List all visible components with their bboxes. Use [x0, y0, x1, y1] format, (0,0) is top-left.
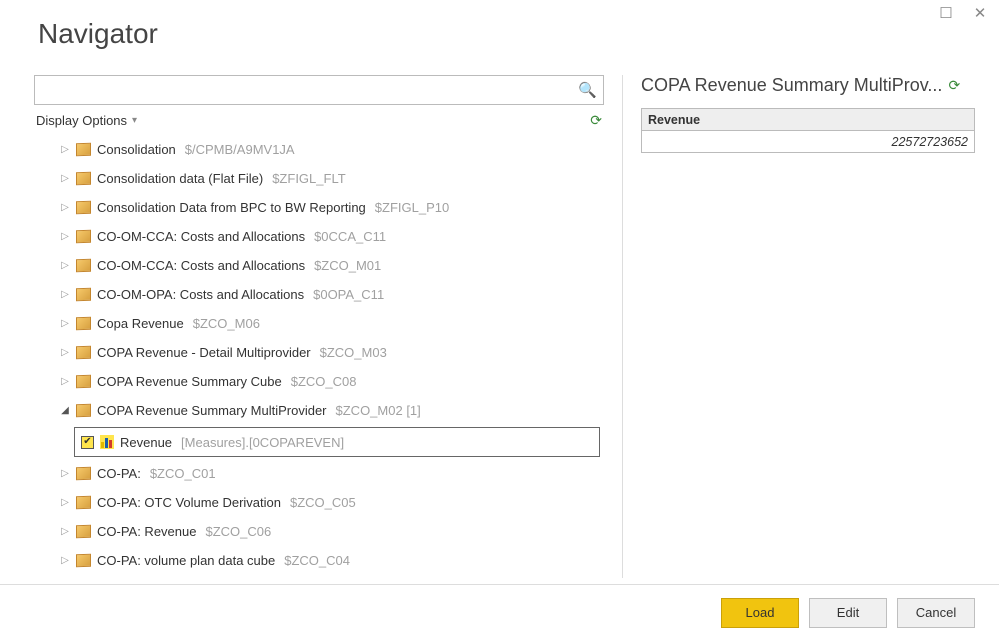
- table-row: 22572723652: [642, 131, 975, 153]
- edit-button[interactable]: Edit: [809, 598, 887, 628]
- expand-arrow-icon[interactable]: ▷: [60, 144, 70, 155]
- cube-icon: [76, 496, 91, 510]
- expand-arrow-icon[interactable]: ▷: [60, 260, 70, 271]
- expand-arrow-icon[interactable]: ▷: [60, 231, 70, 242]
- tree-item[interactable]: ▷ CO-OM-CCA: Costs and Allocations $0CCA_C…: [34, 222, 602, 251]
- tree-item[interactable]: ▷ CO-PA: OTC Volume Derivation $ZCO_C05: [34, 488, 602, 517]
- tree-item-code: $0CCA_C11: [314, 229, 386, 244]
- cube-icon: [76, 346, 91, 360]
- expand-arrow-icon[interactable]: ▷: [60, 347, 70, 358]
- expand-arrow-icon[interactable]: ▷: [60, 468, 70, 479]
- tree-item-label: CO-PA: Revenue: [97, 524, 196, 539]
- preview-table: Revenue 22572723652: [641, 108, 975, 153]
- cube-icon: [76, 143, 91, 157]
- tree-item-label: CO-OM-CCA: Costs and Allocations: [97, 229, 305, 244]
- tree-item-label: Consolidation Data from BPC to BW Report…: [97, 200, 366, 215]
- tree-item-label: CO-OM-OPA: Costs and Allocations: [97, 287, 304, 302]
- checkbox-icon[interactable]: ✔: [81, 436, 94, 449]
- tree-item[interactable]: ▷ CO-PA: $ZCO_C01: [34, 459, 602, 488]
- refresh-preview-icon[interactable]: ⟳: [948, 77, 960, 94]
- tree-item-label: CO-OM-CCA: Costs and Allocations: [97, 258, 305, 273]
- preview-pane: COPA Revenue Summary MultiProv... ⟳ Reve…: [641, 75, 975, 578]
- tree-item[interactable]: ▷ COPA Revenue Summary Cube $ZCO_C08: [34, 367, 602, 396]
- tree-item[interactable]: ▷ CO-OM-CCA: Costs and Allocations $ZCO_M0…: [34, 251, 602, 280]
- tree-item[interactable]: ▷ Consolidation $/CPMB/A9MV1JA: [34, 135, 602, 164]
- tree-item-label: CO-PA: OTC Volume Derivation: [97, 495, 281, 510]
- tree-item[interactable]: ▷ Copa Revenue $ZCO_M06: [34, 309, 602, 338]
- tree-item[interactable]: ▷ CO-OM-OPA: Costs and Allocations $0OPA_C…: [34, 280, 602, 309]
- cube-icon: [76, 554, 91, 568]
- tree-item-label: COPA Revenue - Detail Multiprovider: [97, 345, 311, 360]
- navigation-pane: 🔍 Display Options ▾ ⟳ ▷ Consolidation $/CP…: [34, 75, 604, 578]
- tree-item-label: COPA Revenue Summary MultiProvider: [97, 403, 327, 418]
- cube-icon: [76, 317, 91, 331]
- cube-icon: [76, 525, 91, 539]
- cube-icon: [76, 288, 91, 302]
- table-header: Revenue: [642, 109, 975, 131]
- tree-child-label: Revenue: [120, 435, 172, 450]
- tree-item[interactable]: ▷ CO-PA: Revenue $ZCO_C06: [34, 517, 602, 546]
- table-cell: 22572723652: [642, 131, 975, 153]
- tree-item-code: $ZFIGL_P10: [375, 200, 449, 215]
- cube-icon: [76, 375, 91, 389]
- tree-item-code: $ZCO_M03: [320, 345, 387, 360]
- tree-item-code: $ZCO_C08: [291, 374, 357, 389]
- load-button[interactable]: Load: [721, 598, 799, 628]
- page-title: Navigator: [38, 18, 158, 50]
- tree-child-item[interactable]: ✔ Revenue [Measures].[0COPAREVEN]: [74, 427, 600, 457]
- expand-arrow-icon[interactable]: ▷: [60, 173, 70, 184]
- cube-icon: [76, 467, 91, 481]
- tree-item[interactable]: ▷ CO-PA: volume plan data cube $ZCO_C04: [34, 546, 602, 575]
- refresh-icon[interactable]: ⟳: [590, 112, 602, 129]
- cube-icon: [76, 404, 91, 418]
- search-box[interactable]: 🔍: [34, 75, 604, 105]
- tree-item-code: $ZCO_C04: [284, 553, 350, 568]
- collapse-arrow-icon[interactable]: ◢: [60, 405, 70, 416]
- tree-item-code: $ZCO_C01: [150, 466, 216, 481]
- search-input[interactable]: [45, 82, 578, 99]
- tree-item[interactable]: ▷ COPA Revenue - Detail Multiprovider $ZCO…: [34, 338, 602, 367]
- tree-item-label: Copa Revenue: [97, 316, 184, 331]
- tree-item-label: COPA Revenue Summary Cube: [97, 374, 282, 389]
- cube-icon: [76, 201, 91, 215]
- chevron-down-icon: ▾: [132, 115, 137, 126]
- expand-arrow-icon[interactable]: ▷: [60, 526, 70, 537]
- tree-item[interactable]: ▷ Consolidation data (Flat File) $ZFIGL_FL…: [34, 164, 602, 193]
- tree-item[interactable]: ▷ Consolidation Data from BPC to BW Repor…: [34, 193, 602, 222]
- tree-item-code: $0OPA_C11: [313, 287, 384, 302]
- tree-item-label: Consolidation data (Flat File): [97, 171, 263, 186]
- expand-arrow-icon[interactable]: ▷: [60, 497, 70, 508]
- search-icon[interactable]: 🔍: [578, 81, 597, 99]
- display-options-dropdown[interactable]: Display Options ▾: [36, 113, 137, 128]
- tree-item[interactable]: ◢ COPA Revenue Summary MultiProvider $ZCO_…: [34, 396, 602, 425]
- tree-item-code: $ZFIGL_FLT: [272, 171, 345, 186]
- object-tree[interactable]: ▷ Consolidation $/CPMB/A9MV1JA ▷ Consolidati…: [34, 135, 604, 578]
- tree-child-code: [Measures].[0COPAREVEN]: [181, 435, 344, 450]
- tree-item-code: $ZCO_M01: [314, 258, 381, 273]
- tree-item-label: CO-PA:: [97, 466, 141, 481]
- expand-arrow-icon[interactable]: ▷: [60, 376, 70, 387]
- close-icon[interactable]: ✕: [971, 4, 989, 22]
- cancel-button[interactable]: Cancel: [897, 598, 975, 628]
- tree-item-code: $/CPMB/A9MV1JA: [185, 142, 295, 157]
- cube-icon: [76, 230, 91, 244]
- expand-arrow-icon[interactable]: ▷: [60, 318, 70, 329]
- expand-arrow-icon[interactable]: ▷: [60, 555, 70, 566]
- measure-icon: [100, 435, 114, 449]
- footer-bar: Load Edit Cancel: [0, 584, 999, 640]
- tree-item-code: $ZCO_M02 [1]: [336, 403, 421, 418]
- preview-title: COPA Revenue Summary MultiProv...: [641, 75, 942, 96]
- cube-icon: [76, 259, 91, 273]
- tree-item-label: Consolidation: [97, 142, 176, 157]
- tree-item-label: CO-PA: volume plan data cube: [97, 553, 275, 568]
- tree-item-code: $ZCO_C06: [205, 524, 271, 539]
- pane-divider: [622, 75, 623, 578]
- tree-item-code: $ZCO_C05: [290, 495, 356, 510]
- expand-arrow-icon[interactable]: ▷: [60, 202, 70, 213]
- tree-item-code: $ZCO_M06: [193, 316, 260, 331]
- maximize-icon[interactable]: ☐: [937, 4, 955, 22]
- display-options-label: Display Options: [36, 113, 127, 128]
- cube-icon: [76, 172, 91, 186]
- expand-arrow-icon[interactable]: ▷: [60, 289, 70, 300]
